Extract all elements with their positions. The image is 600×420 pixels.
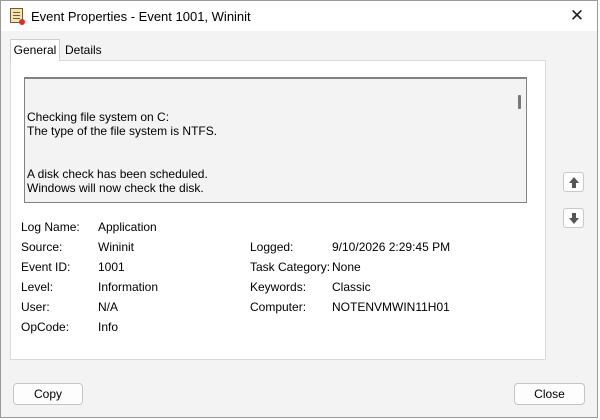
computer-label: Computer: xyxy=(250,300,307,314)
logged-value: 9/10/2026 2:29:45 PM xyxy=(332,240,451,254)
title-bar[interactable]: Event Properties - Event 1001, Wininit ✕ xyxy=(1,1,597,31)
description-scrollbar[interactable] xyxy=(518,95,521,109)
copy-button[interactable]: Copy xyxy=(13,383,83,405)
log-name-value: Application xyxy=(98,220,157,234)
previous-event-button[interactable] xyxy=(563,172,584,192)
event-viewer-icon xyxy=(10,8,25,25)
arrow-down-icon xyxy=(569,213,579,224)
logged-label: Logged: xyxy=(250,240,294,254)
level-label: Level: xyxy=(21,280,54,294)
task-category-label: Task Category: xyxy=(250,260,331,274)
keywords-label: Keywords: xyxy=(250,280,307,294)
keywords-value: Classic xyxy=(332,280,371,294)
arrow-up-icon xyxy=(569,177,579,188)
source-value: Wininit xyxy=(98,240,135,254)
tab-general[interactable]: General xyxy=(10,39,60,61)
event-id-value: 1001 xyxy=(98,260,125,274)
event-properties-window: Event Properties - Event 1001, Wininit ✕… xyxy=(0,0,598,418)
opcode-value: Info xyxy=(98,320,119,334)
log-name-label: Log Name: xyxy=(21,220,80,234)
description-line: Checking file system on C: xyxy=(27,110,170,124)
description-line: A disk check has been scheduled. xyxy=(27,167,208,181)
description-line: The type of the file system is NTFS. xyxy=(27,124,218,138)
next-event-button[interactable] xyxy=(563,208,584,228)
source-label: Source: xyxy=(21,240,63,254)
window-title: Event Properties - Event 1001, Wininit xyxy=(31,9,251,24)
event-description-box[interactable]: Checking file system on C: The type of t… xyxy=(24,77,527,203)
user-label: User: xyxy=(21,300,50,314)
task-category-value: None xyxy=(332,260,361,274)
event-id-label: Event ID: xyxy=(21,260,71,274)
level-value: Information xyxy=(98,280,159,294)
user-value: N/A xyxy=(98,300,119,314)
computer-value: NOTENVMWIN11H01 xyxy=(332,300,450,314)
tab-details[interactable]: Details xyxy=(65,43,102,57)
close-window-button[interactable]: ✕ xyxy=(567,6,587,26)
description-line: Windows will now check the disk. xyxy=(27,181,204,195)
general-tab-panel: Checking file system on C: The type of t… xyxy=(10,60,546,360)
close-button[interactable]: Close xyxy=(514,383,585,405)
opcode-label: OpCode: xyxy=(21,320,70,334)
